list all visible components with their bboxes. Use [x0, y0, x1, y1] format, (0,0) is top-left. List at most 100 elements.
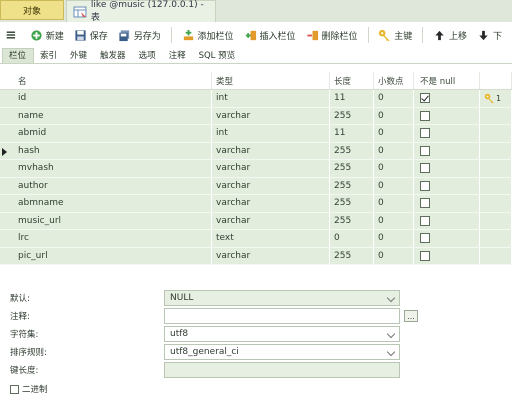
field-name-cell[interactable]: hash [14, 142, 212, 159]
not-null-checkbox[interactable] [420, 163, 430, 174]
key-length-input[interactable] [164, 362, 400, 378]
field-decimals-cell[interactable]: 0 [374, 90, 414, 107]
not-null-checkbox[interactable] [420, 145, 430, 156]
delete-field-button[interactable]: 删除栏位 [306, 29, 358, 42]
table-row[interactable]: abmid int 11 0 [0, 125, 512, 143]
field-name-cell[interactable]: id [14, 90, 212, 107]
subtab-foreign-keys[interactable]: 外键 [64, 49, 94, 63]
save-button[interactable]: 保存 [74, 29, 108, 42]
field-decimals-cell[interactable]: 0 [374, 177, 414, 194]
not-null-checkbox[interactable] [420, 93, 430, 104]
field-type-cell[interactable]: varchar [212, 177, 330, 194]
column-header-length[interactable]: 长度 [330, 72, 374, 89]
not-null-checkbox[interactable] [420, 233, 430, 244]
binary-checkbox-box[interactable] [10, 384, 19, 394]
insert-field-button[interactable]: 插入栏位 [244, 29, 296, 42]
field-name-cell[interactable]: author [14, 177, 212, 194]
column-header-name[interactable]: 名 [14, 72, 212, 89]
field-length-cell[interactable]: 11 [330, 90, 374, 107]
toolbar-divider [170, 27, 172, 43]
table-row[interactable]: id int 11 0 1 [0, 90, 512, 108]
current-row-indicator-icon [2, 147, 7, 156]
table-row[interactable]: name varchar 255 0 [0, 107, 512, 125]
not-null-checkbox[interactable] [420, 215, 430, 226]
field-decimals-cell[interactable]: 0 [374, 247, 414, 264]
field-type-cell[interactable]: varchar [212, 247, 330, 264]
field-length-cell[interactable]: 255 [330, 212, 374, 229]
field-name-cell[interactable]: abmid [14, 125, 212, 142]
field-decimals-cell[interactable]: 0 [374, 160, 414, 177]
not-null-checkbox[interactable] [420, 198, 430, 209]
field-decimals-cell[interactable]: 0 [374, 142, 414, 159]
field-length-cell[interactable]: 255 [330, 177, 374, 194]
subtab-indexes[interactable]: 索引 [34, 49, 64, 63]
move-up-button[interactable]: 上移 [433, 29, 467, 42]
subtab-triggers[interactable]: 触发器 [94, 49, 133, 63]
charset-select[interactable]: utf8 [164, 326, 400, 342]
primary-key-button[interactable]: 主键 [378, 29, 412, 42]
field-name-cell[interactable]: lrc [14, 230, 212, 247]
table-row[interactable]: author varchar 255 0 [0, 177, 512, 195]
field-decimals-cell[interactable]: 0 [374, 195, 414, 212]
subtab-fields[interactable]: 栏位 [2, 48, 35, 63]
not-null-checkbox[interactable] [420, 128, 430, 139]
binary-checkbox[interactable]: 二进制 [10, 383, 48, 395]
field-decimals-cell[interactable]: 0 [374, 230, 414, 247]
field-key-cell [480, 247, 512, 264]
field-name-cell[interactable]: music_url [14, 212, 212, 229]
tab-table-label: like @music (127.0.0.1) - 表 [90, 0, 204, 23]
field-type-cell[interactable]: int [212, 90, 330, 107]
comment-input[interactable] [164, 308, 400, 324]
subtab-options[interactable]: 选项 [133, 49, 163, 63]
not-null-checkbox[interactable] [420, 180, 430, 191]
field-length-cell[interactable]: 255 [330, 107, 374, 124]
table-row[interactable]: music_url varchar 255 0 [0, 212, 512, 230]
field-type-cell[interactable]: int [212, 125, 330, 142]
field-type-cell[interactable]: varchar [212, 107, 330, 124]
table-row[interactable]: mvhash varchar 255 0 [0, 160, 512, 178]
menu-icon[interactable] [6, 29, 16, 41]
field-type-cell[interactable]: varchar [212, 160, 330, 177]
column-header-decimals[interactable]: 小数点 [374, 72, 414, 89]
comment-expand-button[interactable]: ... [404, 310, 418, 322]
collation-value: utf8_general_ci [170, 347, 239, 357]
tab-table-design[interactable]: like @music (127.0.0.1) - 表 [66, 0, 216, 23]
field-decimals-cell[interactable]: 0 [374, 125, 414, 142]
table-row[interactable]: lrc text 0 0 [0, 230, 512, 248]
collation-select[interactable]: utf8_general_ci [164, 344, 400, 360]
field-name-cell[interactable]: name [14, 107, 212, 124]
field-type-cell[interactable]: varchar [212, 142, 330, 159]
field-type-cell[interactable]: text [212, 230, 330, 247]
not-null-checkbox[interactable] [420, 110, 430, 121]
default-select[interactable]: NULL [164, 290, 400, 306]
table-row[interactable]: pic_url varchar 255 0 [0, 247, 512, 265]
column-header-type[interactable]: 类型 [212, 72, 330, 89]
field-length-cell[interactable]: 11 [330, 125, 374, 142]
new-button[interactable]: 新建 [30, 29, 64, 42]
field-length-cell[interactable]: 255 [330, 195, 374, 212]
add-field-button[interactable]: 添加栏位 [182, 29, 234, 42]
grid-header: 名 类型 长度 小数点 不是 null [0, 72, 512, 90]
save-as-button[interactable]: 另存为 [118, 29, 161, 42]
table-row[interactable]: abmname varchar 255 0 [0, 195, 512, 213]
field-type-cell[interactable]: varchar [212, 212, 330, 229]
field-name-cell[interactable]: abmname [14, 195, 212, 212]
subtab-comment[interactable]: 注释 [163, 49, 193, 63]
move-down-button[interactable]: 下 [477, 29, 502, 42]
table-row[interactable]: hash varchar 255 0 [0, 142, 512, 160]
column-header-not-null[interactable]: 不是 null [414, 72, 480, 89]
toolbar-divider [367, 27, 369, 43]
field-length-cell[interactable]: 0 [330, 230, 374, 247]
field-name-cell[interactable]: mvhash [14, 160, 212, 177]
field-type-cell[interactable]: varchar [212, 195, 330, 212]
field-length-cell[interactable]: 255 [330, 160, 374, 177]
field-not-null-cell [414, 247, 480, 264]
subtab-sql-preview[interactable]: SQL 预览 [193, 49, 243, 63]
field-decimals-cell[interactable]: 0 [374, 107, 414, 124]
field-length-cell[interactable]: 255 [330, 142, 374, 159]
field-decimals-cell[interactable]: 0 [374, 212, 414, 229]
field-length-cell[interactable]: 255 [330, 247, 374, 264]
not-null-checkbox[interactable] [420, 250, 430, 261]
tab-objects[interactable]: 对象 [0, 0, 64, 20]
field-name-cell[interactable]: pic_url [14, 247, 212, 264]
